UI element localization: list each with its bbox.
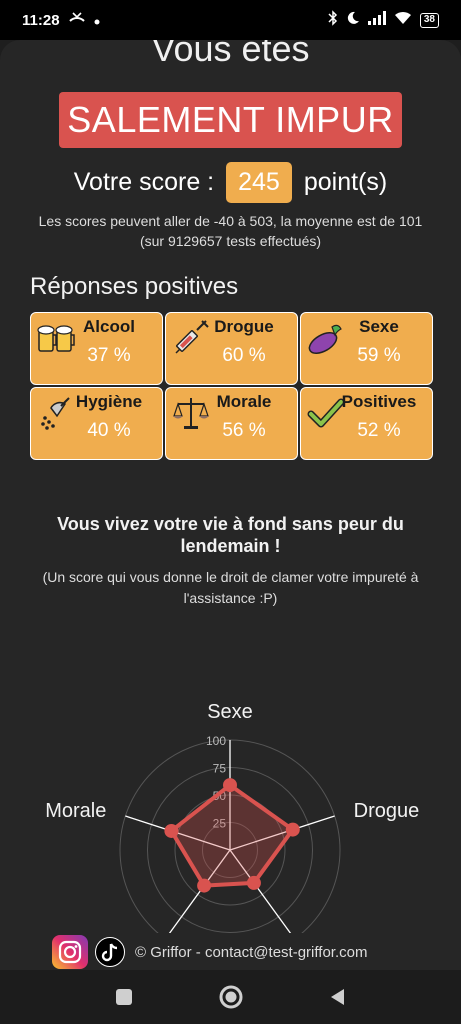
notification-dot-icon <box>94 12 100 29</box>
radar-tick-label: 100 <box>206 734 226 748</box>
score-note: Les scores peuvent aller de -40 à 503, l… <box>20 211 441 251</box>
category-percent: 59 % <box>357 345 401 366</box>
signal-icon <box>367 11 386 29</box>
battery-icon: 38 <box>419 12 439 28</box>
radar-axis-label: Sexe <box>207 701 253 723</box>
category-percent: 37 % <box>87 345 131 366</box>
recent-apps-button[interactable] <box>104 977 144 1017</box>
category-name: Sexe <box>359 317 399 336</box>
category-percent: 52 % <box>357 420 401 441</box>
radar-chart: 255075100SexeDrogueAlcoolHygièneMorale <box>45 701 420 970</box>
system-nav-bar <box>0 970 461 1024</box>
radar-data-point <box>246 875 261 890</box>
category-card-hygiene: Hygiène 40 % <box>30 387 163 460</box>
category-name: Morale <box>216 392 272 411</box>
radar-tick-label: 75 <box>213 762 227 776</box>
radar-axis-label: Drogue <box>354 800 420 822</box>
score-suffix: point(s) <box>303 168 388 196</box>
home-button[interactable] <box>211 977 251 1017</box>
radar-data-point <box>164 823 179 838</box>
status-bar: 11:28 38 <box>0 0 461 40</box>
score-row: Votre score : 245 point(s) <box>0 162 461 203</box>
score-tests-note: (sur 9129657 tests effectués) <box>139 233 322 249</box>
category-card-positives: Positives 52 % <box>300 387 433 460</box>
result-message: Vous vivez votre vie à fond sans peur du… <box>57 514 404 556</box>
tiktok-icon[interactable] <box>95 937 125 967</box>
category-card-alcool: Alcool 37 % <box>30 312 163 385</box>
radar-data-point <box>223 778 237 793</box>
do-not-disturb-moon-icon <box>346 11 360 29</box>
status-time: 11:28 <box>22 11 60 29</box>
score-range-note: Les scores peuvent aller de -40 à 503, l… <box>38 213 423 229</box>
category-card-sexe: Sexe 59 % <box>300 312 433 385</box>
category-name: Alcool <box>83 317 135 336</box>
score-value-badge: 245 <box>226 162 292 203</box>
category-name: Positives <box>341 392 417 411</box>
score-prefix: Votre score : <box>73 168 215 196</box>
missed-call-icon <box>68 11 86 29</box>
back-button[interactable] <box>318 977 358 1017</box>
category-name: Drogue <box>214 317 274 336</box>
bluetooth-icon <box>328 10 338 30</box>
category-grid: Alcool 37 % Drogue 60 % Sexe 59 % Hygièn… <box>30 312 433 460</box>
footer-credit[interactable]: © Griffor - contact@test-griffor.com <box>135 944 367 961</box>
radar-axis-label: Morale <box>45 800 106 822</box>
category-percent: 56 % <box>222 420 266 441</box>
category-percent: 40 % <box>87 420 131 441</box>
category-name: Hygiène <box>75 392 143 411</box>
intro-title: Vous etes <box>151 40 310 69</box>
result-page: Vous etes SALEMENT IMPUR Votre score : 2… <box>0 40 461 970</box>
category-card-drogue: Drogue 60 % <box>165 312 298 385</box>
footer: © Griffor - contact@test-griffor.com <box>52 933 414 970</box>
wifi-icon <box>394 11 412 29</box>
radar-data-point <box>197 878 212 893</box>
radar-data-point <box>285 822 300 837</box>
verdict-banner: SALEMENT IMPUR <box>59 92 402 148</box>
positive-answers-title: Réponses positives <box>30 273 239 300</box>
radar-series-area <box>169 783 295 888</box>
category-card-morale: Morale 56 % <box>165 387 298 460</box>
result-detail: (Un score qui vous donne le droit de cla… <box>42 569 419 606</box>
instagram-icon[interactable] <box>52 935 88 969</box>
category-percent: 60 % <box>222 345 266 366</box>
